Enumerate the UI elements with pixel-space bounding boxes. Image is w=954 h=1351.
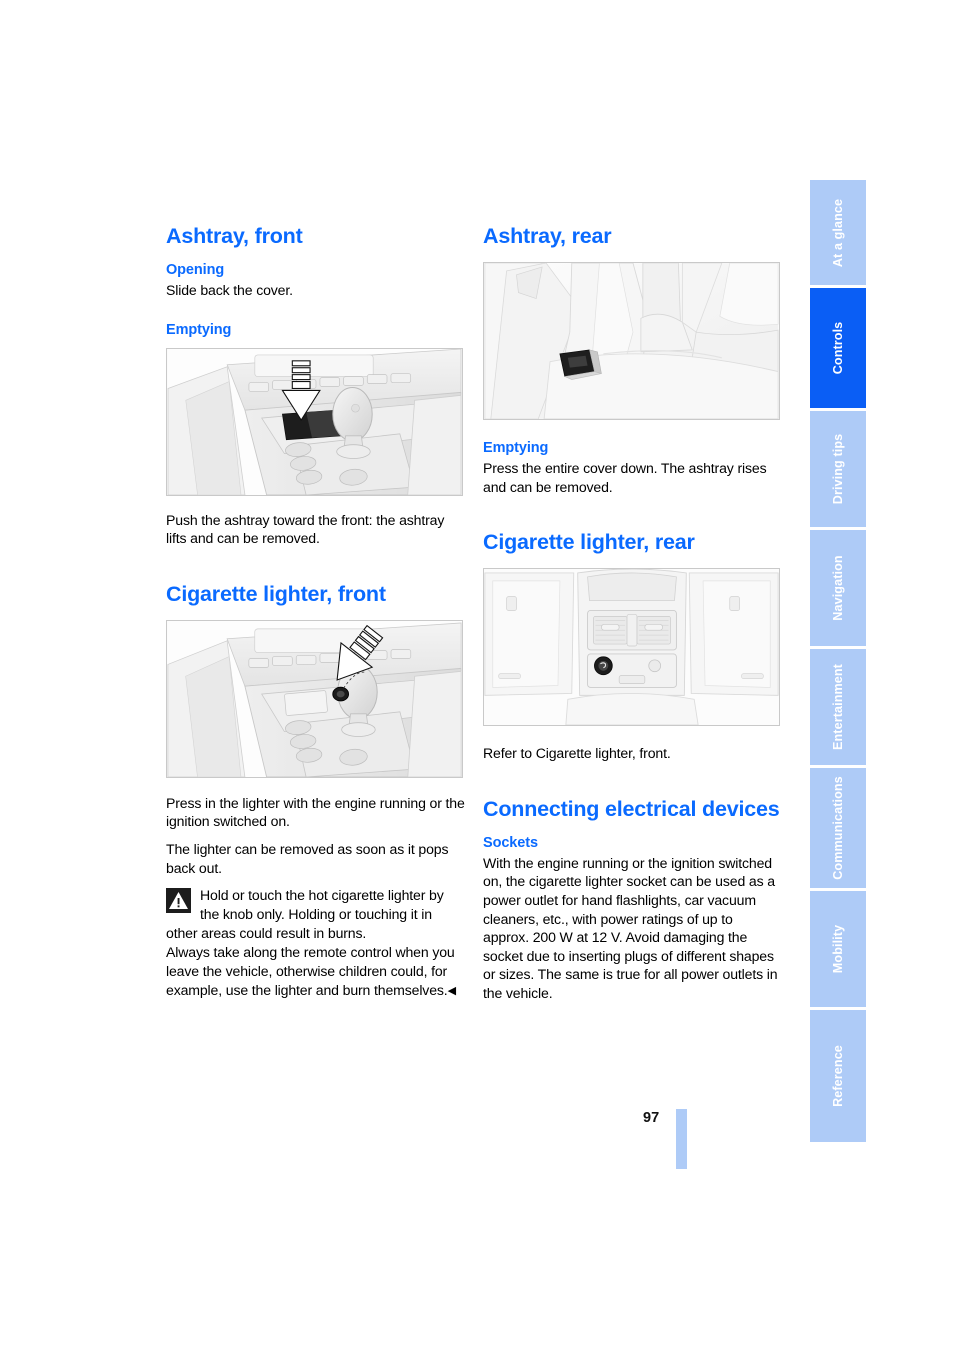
chapter-tab-label: Controls (831, 321, 845, 375)
front-cigarette-lighter-console-illustration: WKE7SUB81AJA (166, 619, 463, 778)
chapter-tab-label: Entertainment (831, 664, 845, 750)
left-column: Ashtray, front Opening Slide back the co… (166, 224, 465, 1000)
page-edge-marker (676, 1109, 687, 1169)
chapter-tab-label: Navigation (831, 555, 845, 621)
page-title-ashtray-rear: Ashtray, rear (483, 224, 612, 248)
chapter-tab-controls[interactable]: Controls (810, 288, 866, 411)
subheading-sockets: Sockets (483, 834, 538, 851)
caption-rear-lighter: Refer to Cigarette lighter, front. (483, 745, 671, 762)
text-sockets: With the engine running or the ignition … (483, 854, 778, 1001)
caption-front-ashtray: Push the ashtray toward the front: the a… (166, 511, 445, 547)
chapter-tab-driving-tips[interactable]: Driving tips (810, 411, 866, 530)
chapter-tab-label: Mobility (831, 924, 845, 974)
rear-console-cigarette-lighter-illustration: WKE20R92UIA (483, 568, 780, 727)
text-opening: Slide back the cover. (166, 282, 293, 298)
text-emptying-rear: Press the entire cover down. The ashtray… (483, 460, 767, 495)
chapter-tab-label: Reference (831, 1045, 845, 1107)
chapter-tab-reference[interactable]: Reference (810, 1010, 866, 1142)
manual-page: Ashtray, front Opening Slide back the co… (0, 0, 954, 1351)
right-column: Ashtray, rear Emptying Press the entire … (483, 224, 782, 1003)
rear-ashtray-seat-illustration: WKE0BB61BKA (483, 262, 780, 420)
page-number: 97 (643, 1110, 660, 1126)
page-title-ashtray-front: Ashtray, front (166, 224, 303, 248)
warning-text-1: Hold or touch the hot cigarette lighter … (166, 887, 444, 942)
subheading-opening: Opening (166, 262, 225, 278)
chapter-tab-navigation[interactable]: Navigation (810, 530, 866, 649)
chapter-tab-label: Driving tips (831, 433, 845, 505)
page-title-connecting-electrical-devices: Connecting electrical devices (483, 796, 780, 821)
subheading-emptying-rear: Emptying (483, 440, 549, 456)
text-lighter-removed: The lighter can be removed as soon as it… (166, 840, 449, 876)
chapter-tab-at-a-glance[interactable]: At a glance (810, 180, 866, 288)
chapter-tab-rail: At a glance Controls Driving tips Navigatio… (810, 180, 866, 1142)
chapter-tab-entertainment[interactable]: Entertainment (810, 649, 866, 768)
warning-block: Hold or touch the hot cigarette lighter … (166, 886, 465, 1000)
warning-text-2: Always take along the remote control whe… (166, 944, 455, 999)
warning-triangle-icon (166, 888, 191, 914)
chapter-tab-mobility[interactable]: Mobility (810, 891, 866, 1010)
chapter-tab-communications[interactable]: Communications (810, 768, 866, 891)
chapter-tab-label: Communications (831, 776, 845, 880)
end-of-section-marker: ◀ (447, 985, 457, 998)
page-title-cigarette-lighter-rear: Cigarette lighter, rear (483, 530, 695, 555)
subheading-emptying-front: Emptying (166, 321, 232, 338)
page-title-cigarette-lighter-front: Cigarette lighter, front (166, 581, 386, 606)
text-press-lighter: Press in the lighter with the engine run… (166, 794, 465, 830)
front-ashtray-console-illustration: WKE7SUB81AJA (166, 347, 463, 496)
chapter-tab-label: At a glance (831, 198, 845, 267)
